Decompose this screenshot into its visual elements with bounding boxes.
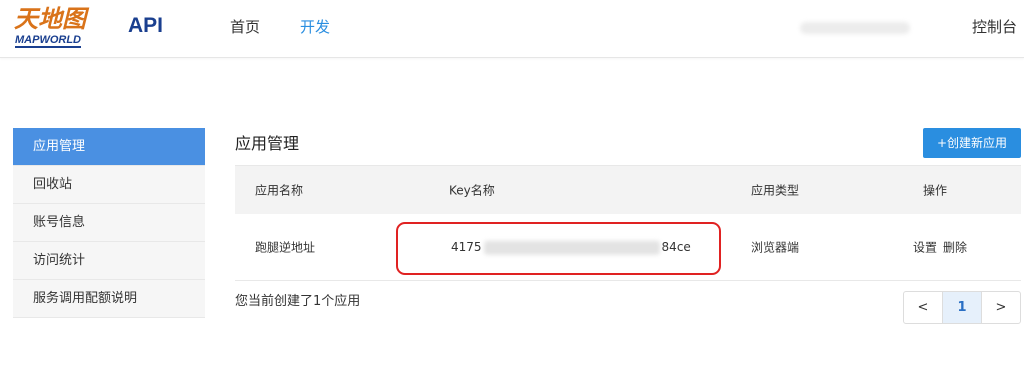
header-app-name: 应用名称 <box>255 183 304 198</box>
delete-link[interactable]: 删除 <box>943 241 967 255</box>
header-key-name: Key名称 <box>449 183 495 198</box>
table-header: 应用名称 Key名称 应用类型 操作 <box>235 165 1021 214</box>
pagination-next[interactable]: > <box>982 292 1020 323</box>
sidebar-item-app-management[interactable]: 应用管理 <box>13 128 205 166</box>
nav-home[interactable]: 首页 <box>230 16 260 37</box>
create-app-button[interactable]: +创建新应用 <box>923 128 1021 158</box>
pagination-prev[interactable]: < <box>904 292 943 323</box>
logo-chinese-text: 天地图 <box>14 4 86 33</box>
logo-english-text: MAPWORLD <box>15 34 81 48</box>
settings-link[interactable]: 设置 <box>913 241 937 255</box>
operations-cell: 设置 删除 <box>913 239 973 256</box>
header-app-type: 应用类型 <box>751 183 800 198</box>
header-operations: 操作 <box>923 183 948 198</box>
sidebar: 应用管理 回收站 账号信息 访问统计 服务调用配额说明 <box>13 128 205 318</box>
console-link[interactable]: 控制台 <box>972 16 1017 37</box>
sidebar-item-account-info[interactable]: 账号信息 <box>13 204 205 242</box>
pagination: < 1 > <box>903 291 1021 324</box>
page-title: 应用管理 <box>235 134 300 153</box>
tianditu-logo[interactable]: 天地图 MAPWORLD <box>14 4 114 52</box>
pagination-page-1[interactable]: 1 <box>943 292 982 323</box>
app-type-cell: 浏览器端 <box>751 240 800 255</box>
top-header: 天地图 MAPWORLD API 首页 开发 控制台 <box>0 0 1024 58</box>
logo-api-text: API <box>128 14 164 37</box>
key-highlight-annotation <box>396 222 721 275</box>
nav-develop[interactable]: 开发 <box>300 16 330 37</box>
sidebar-item-access-stats[interactable]: 访问统计 <box>13 242 205 280</box>
account-name-blurred[interactable] <box>800 22 910 34</box>
app-name-cell: 跑腿逆地址 <box>255 240 316 255</box>
app-count-text: 您当前创建了1个应用 <box>235 294 361 309</box>
sidebar-item-quota-info[interactable]: 服务调用配额说明 <box>13 280 205 318</box>
sidebar-item-recycle-bin[interactable]: 回收站 <box>13 166 205 204</box>
